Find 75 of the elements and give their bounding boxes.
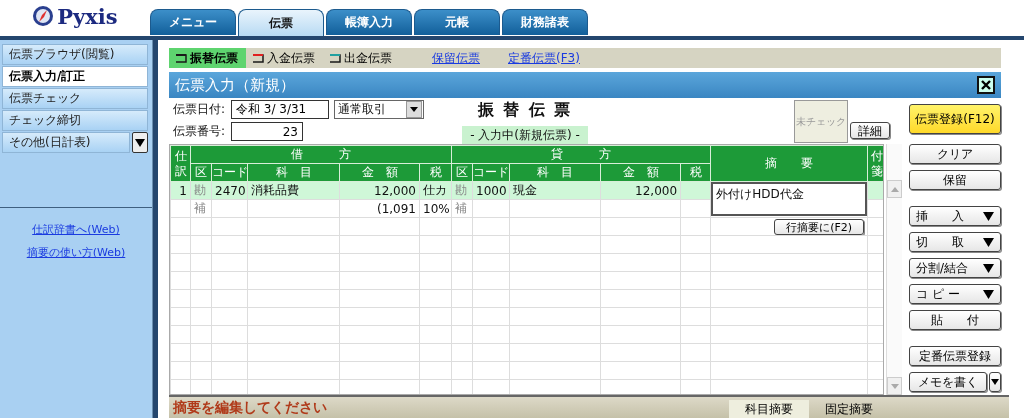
sidebar-item[interactable]: チェック締切 (2, 110, 148, 131)
help-link[interactable]: 仕訳辞書へ(Web) (32, 222, 120, 237)
caret-icon (991, 379, 999, 385)
table-cell: 仕カ (423, 183, 447, 197)
close-icon (980, 79, 992, 91)
table-cell: 10% (423, 201, 450, 216)
voucher-type-tab[interactable]: 振替伝票 (169, 48, 246, 68)
detail-button[interactable]: 詳細 (850, 122, 890, 139)
table-cell: 1 (179, 183, 187, 198)
table-cell: 消耗品費 (251, 183, 299, 197)
tab[interactable]: 伝票 (238, 9, 324, 36)
column-header: 借 方 (190, 145, 452, 164)
summary-tab[interactable]: 固定摘要 (809, 400, 889, 418)
caret-icon (135, 137, 145, 148)
help-link[interactable]: 摘要の使い方(Web) (26, 245, 126, 260)
voucher-type-tab[interactable]: 出金伝票 (323, 48, 400, 68)
caret-icon (983, 289, 994, 299)
table-cell: 12,000 (374, 183, 416, 198)
menu-button[interactable]: 分割/結合 (909, 258, 1001, 278)
date-field[interactable]: 令和 3/ 3/31 (231, 100, 329, 119)
down-arrow-icon (890, 383, 899, 389)
tab[interactable]: 元帳 (414, 9, 500, 35)
panel-title: 伝票入力（新規） (175, 75, 295, 95)
menu-button[interactable]: 切 取 (909, 232, 1001, 252)
voucher-link[interactable]: 定番伝票(F3) (508, 49, 580, 67)
logo-text: Pyxis (57, 3, 118, 29)
caret-icon (410, 107, 418, 112)
menu-button[interactable]: 挿 入 (909, 206, 1001, 226)
tab[interactable]: 財務諸表 (502, 9, 588, 35)
dropdown-button[interactable] (132, 132, 148, 153)
voucher-link[interactable]: 保留伝票 (432, 49, 480, 67)
sidebar-item[interactable]: 伝票入力/訂正 (2, 66, 148, 87)
sidebar-item[interactable]: その他(日計表) (2, 132, 130, 153)
date-label: 伝票日付: (173, 101, 227, 118)
column-header: 貸 方 (451, 145, 711, 164)
caret-icon (983, 237, 994, 247)
apply-memo-button[interactable]: 行摘要に(F2) (774, 219, 865, 235)
action-button[interactable]: 定番伝票登録 (909, 346, 1001, 366)
caret-icon (983, 263, 994, 273)
register-button[interactable]: 伝票登録(F12) (909, 104, 1001, 134)
tab[interactable]: 帳簿入力 (326, 9, 412, 35)
memo-button[interactable]: メモを書く (909, 372, 987, 392)
number-label: 伝票番号: (173, 123, 227, 140)
column-header: 摘 要 (710, 145, 868, 182)
table-cell: 勘 (455, 183, 468, 197)
table-cell: 1000 (476, 183, 507, 198)
scrollbar[interactable] (886, 144, 902, 395)
dropdown-button[interactable] (989, 372, 1001, 392)
transaction-type-select[interactable]: 通常取引 (334, 100, 424, 119)
column-header: 仕訳 (170, 145, 191, 182)
memo-field[interactable]: 外付けHDD代金 (711, 182, 867, 216)
action-button[interactable]: 貼 付 (909, 310, 1001, 330)
tab[interactable]: メニュー (150, 9, 236, 35)
summary-tab[interactable]: 科目摘要 (729, 400, 809, 418)
up-arrow-icon (890, 186, 899, 192)
table-cell: 現金 (513, 183, 538, 197)
table-cell: 勘 (194, 183, 206, 197)
table-cell: (1,091 (376, 201, 416, 216)
close-button[interactable] (977, 76, 995, 94)
check-status: 未チェック (794, 100, 848, 143)
table-cell: 2470 (215, 183, 246, 198)
menu-button[interactable]: コ ピ ー (909, 284, 1001, 304)
sidebar-item[interactable]: 伝票チェック (2, 88, 148, 109)
table-cell: 補 (194, 201, 206, 215)
action-button[interactable]: クリア (909, 144, 1001, 164)
voucher-heading: 振 替 伝 票 (477, 100, 573, 121)
sidebar-item[interactable]: 伝票ブラウザ(閲覧) (2, 44, 148, 65)
voucher-type-tab[interactable]: 入金伝票 (246, 48, 323, 68)
number-field[interactable]: 23 (231, 122, 303, 141)
status-message: 摘要を編集してください (173, 398, 327, 417)
caret-icon (983, 211, 994, 221)
compass-icon (32, 5, 55, 27)
table-cell: 補 (455, 201, 468, 215)
table-cell: 12,000 (635, 183, 678, 198)
action-button[interactable]: 保留 (909, 170, 1001, 190)
